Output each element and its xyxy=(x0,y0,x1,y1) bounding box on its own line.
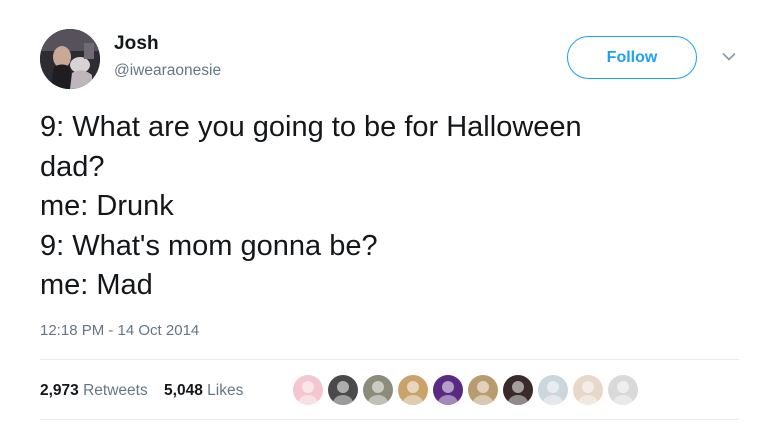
retweets-count: 2,973 xyxy=(40,382,79,399)
tan-person-avatar-icon[interactable] xyxy=(572,374,604,406)
likes-label: Likes xyxy=(207,382,244,399)
dog-avatar-icon[interactable] xyxy=(467,374,499,406)
purple-logo-avatar-icon[interactable] xyxy=(432,374,464,406)
retweets-label: Retweets xyxy=(83,382,148,399)
default-egg-avatar-icon[interactable] xyxy=(537,374,569,406)
bird-avatar-icon[interactable] xyxy=(362,374,394,406)
tweet-line: me: Mad xyxy=(40,269,153,301)
likes-count: 5,048 xyxy=(164,382,203,399)
liker-avatars xyxy=(292,374,642,408)
retweets-stat[interactable]: 2,973 Retweets xyxy=(40,382,148,399)
sunglasses-face-avatar-icon[interactable] xyxy=(327,374,359,406)
tweet-card: Josh @iwearaonesie Follow 9: What are yo… xyxy=(0,0,777,423)
divider xyxy=(40,359,739,360)
tweet-timestamp[interactable]: 12:18 PM - 14 Oct 2014 xyxy=(40,322,199,339)
tweet-text: 9: What are you going to be for Hallowee… xyxy=(40,108,750,306)
author-display-name[interactable]: Josh xyxy=(114,33,159,55)
follow-button[interactable]: Follow xyxy=(567,36,697,79)
author-handle[interactable]: @iwearaonesie xyxy=(114,62,221,80)
tweet-stats: 2,973 Retweets 5,048 Likes xyxy=(40,382,255,400)
tweet-line: 9: What's mom gonna be? xyxy=(40,229,378,262)
tweet-line: dad? xyxy=(40,150,105,183)
pink-lips-avatar-icon[interactable] xyxy=(292,374,324,406)
divider xyxy=(40,419,739,420)
author-avatar[interactable] xyxy=(40,29,100,89)
tweet-line: me: Drunk xyxy=(40,190,174,222)
author-photo-icon xyxy=(40,29,100,89)
gray-person-avatar-icon[interactable] xyxy=(607,374,639,406)
blonde-person-avatar-icon[interactable] xyxy=(397,374,429,406)
dark-hair-person-avatar-icon[interactable] xyxy=(502,374,534,406)
tweet-line: 9: What are you going to be for Hallowee… xyxy=(40,111,582,143)
likes-stat[interactable]: 5,048 Likes xyxy=(164,382,243,399)
chevron-down-icon[interactable] xyxy=(722,52,736,62)
